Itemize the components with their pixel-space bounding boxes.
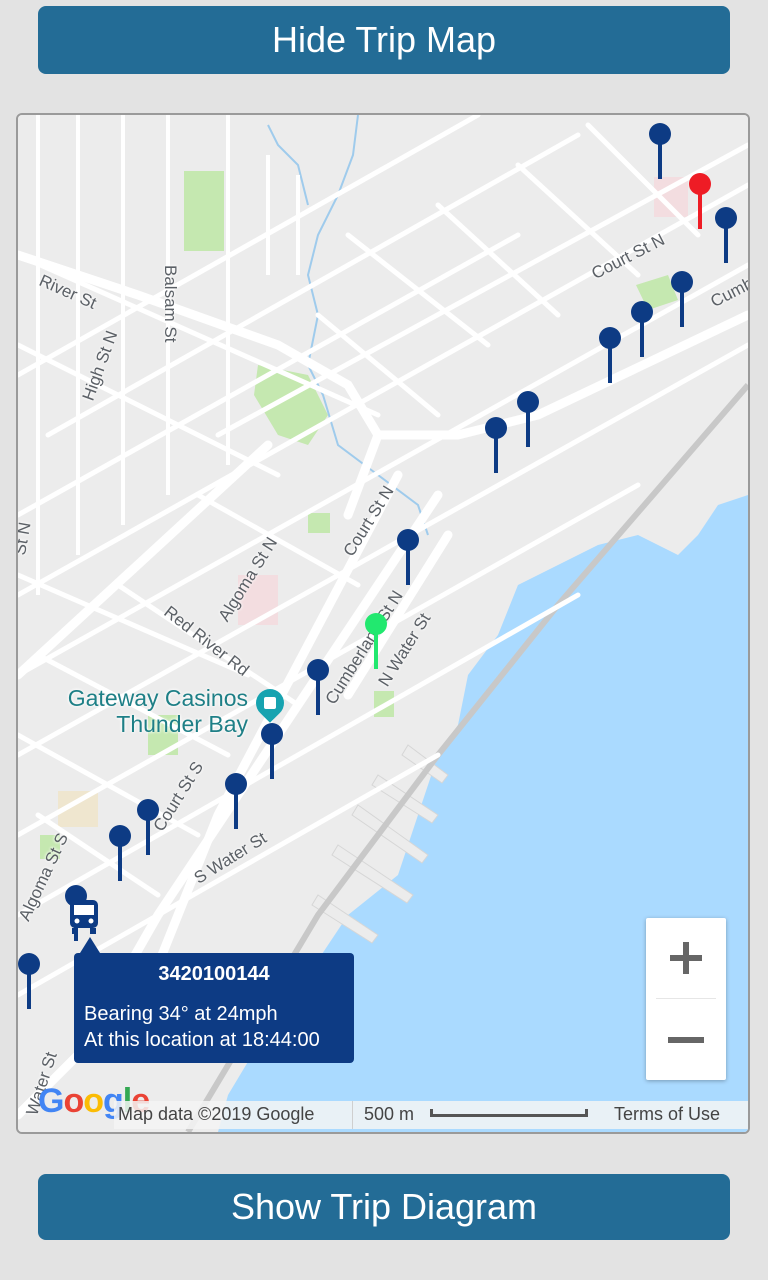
stop-pin[interactable] (109, 825, 131, 885)
zoom-divider (656, 998, 716, 999)
stop-pin[interactable] (307, 659, 329, 719)
trip-map[interactable]: River St Balsam St High St N Court St N … (16, 113, 750, 1134)
vehicle-location-time: At this location at 18:44:00 (84, 1029, 320, 1051)
hide-trip-map-button[interactable]: Hide Trip Map (38, 6, 730, 74)
poi-label-gateway-casinos[interactable]: Gateway Casinos Thunder Bay (42, 685, 248, 737)
stop-pin[interactable] (715, 207, 737, 267)
minus-icon (668, 1037, 704, 1043)
stop-pin[interactable] (137, 799, 159, 859)
map-scale-label[interactable]: 500 m (364, 1104, 414, 1125)
stop-pin[interactable] (485, 417, 507, 477)
attribution-divider (352, 1101, 353, 1129)
stop-pin[interactable] (649, 123, 671, 183)
plus-icon (670, 942, 702, 974)
stop-pin[interactable] (397, 529, 419, 589)
stop-pin[interactable] (517, 391, 539, 451)
bus-icon[interactable] (68, 898, 100, 936)
show-trip-diagram-button[interactable]: Show Trip Diagram (38, 1174, 730, 1240)
map-data-credit: Map data ©2019 Google (118, 1104, 315, 1124)
zoom-control (646, 918, 726, 1080)
zoom-out-button[interactable] (646, 1000, 726, 1080)
map-attribution-bar: Map data ©2019 Google 500 m Terms of Use (114, 1101, 748, 1129)
vehicle-id: 3420100144 (158, 963, 270, 985)
destination-stop-pin[interactable] (689, 173, 711, 233)
stop-pin[interactable] (631, 301, 653, 361)
stop-pin[interactable] (261, 723, 283, 783)
zoom-in-button[interactable] (646, 918, 726, 998)
stop-pin[interactable] (671, 271, 693, 331)
current-stop-pin[interactable] (365, 613, 387, 673)
stop-pin[interactable] (18, 953, 40, 1013)
vehicle-bearing: Bearing 34° at 24mph (84, 1003, 278, 1025)
poi-name-line1: Gateway Casinos (67, 685, 248, 711)
street-label-balsam-st: Balsam St (161, 265, 180, 343)
terms-of-use-link[interactable]: Terms of Use (614, 1104, 720, 1125)
poi-name-line2: Thunder Bay (116, 711, 248, 737)
stop-pin[interactable] (599, 327, 621, 387)
map-scale-bar[interactable] (430, 1109, 588, 1117)
stop-pin[interactable] (225, 773, 247, 833)
vehicle-info-popup: 3420100144 Bearing 34° at 24mph At this … (74, 937, 354, 1063)
